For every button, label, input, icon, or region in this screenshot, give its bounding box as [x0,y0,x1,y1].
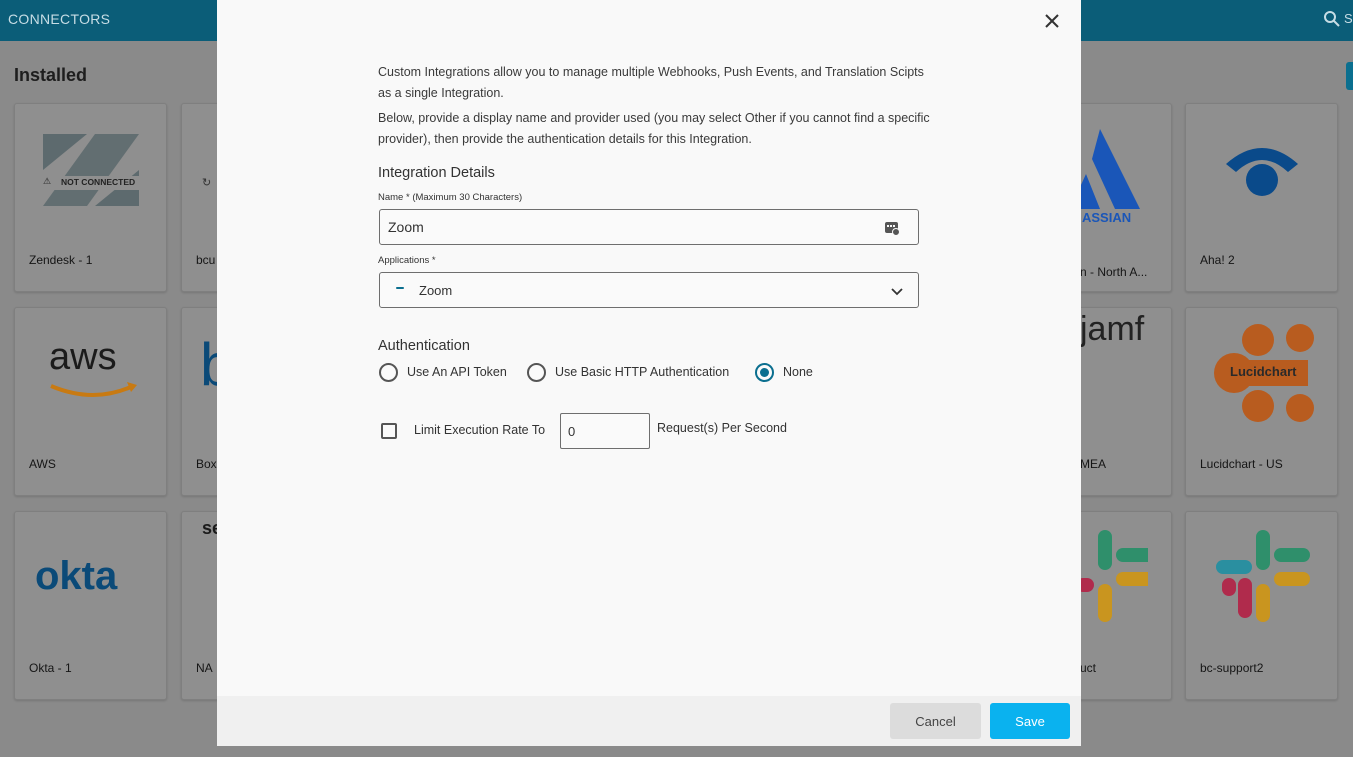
radio-label: Use An API Token [407,365,507,379]
authentication-options: Use An API Token Use Basic HTTP Authenti… [379,362,899,384]
applications-select[interactable]: Zoom [379,272,919,308]
rate-limit-input[interactable] [560,413,650,449]
warning-icon: ⚠ [43,176,52,186]
radio-basic-http[interactable] [527,363,546,382]
cancel-button[interactable]: Cancel [890,703,981,739]
card-label: n - North A... [1080,265,1148,279]
authentication-heading: Authentication [378,338,470,354]
name-field-label: Name * (Maximum 30 Characters) [378,192,523,203]
search-label[interactable]: S [1344,11,1353,26]
connector-card-zendesk[interactable]: ⚠ NOT CONNECTED Zendesk - 1 [14,103,167,292]
search-icon[interactable] [1322,9,1342,29]
card-label: AWS [29,457,56,471]
add-connector-button[interactable] [1346,62,1353,90]
radio-api-token[interactable] [379,363,398,382]
applications-field-label: Applications * [378,255,436,266]
okta-logo: okta [35,554,118,598]
selected-application: Zoom [419,283,453,298]
card-label: Lucidchart - US [1200,457,1283,471]
card-label: uct [1080,661,1097,675]
dialog-footer: Cancel Save [217,696,1081,746]
connector-card-aws[interactable]: aws AWS [14,307,167,496]
card-label: Aha! 2 [1200,253,1235,267]
app-title: CONNECTORS [8,11,111,27]
custom-integration-dialog: Custom Integrations allow you to manage … [217,0,1081,746]
status-badge: ⚠ NOT CONNECTED [43,176,163,190]
intro-paragraph: Custom Integrations allow you to manage … [378,65,924,100]
refresh-icon: ↻ [202,177,212,189]
card-label: MEA [1080,457,1107,471]
card-label: bcu [196,253,216,267]
card-label: Okta - 1 [29,661,72,675]
name-input[interactable] [379,209,919,245]
slack-logo [1216,530,1310,622]
radio-label: Use Basic HTTP Authentication [555,365,730,379]
save-button[interactable]: Save [990,703,1070,739]
card-label: bc-support2 [1200,661,1264,675]
aws-smile-icon [50,382,137,397]
limit-rate-checkbox[interactable] [381,423,397,439]
close-icon[interactable] [1042,11,1062,31]
radio-none[interactable] [755,363,774,382]
card-label: Zendesk - 1 [29,253,93,267]
connector-card-okta[interactable]: okta Okta - 1 [14,511,167,700]
connector-card-aha[interactable]: Aha! 2 [1185,103,1338,292]
card-label: Box [196,457,217,471]
section-title: Installed [14,65,88,85]
chevron-down-icon [891,288,903,296]
integration-details-heading: Integration Details [378,165,495,181]
rate-limit-unit: Request(s) Per Second [657,421,787,435]
aws-logo: aws [49,336,117,378]
intro-text: Custom Integrations allow you to manage … [378,62,938,154]
zoom-app-icon [396,287,404,289]
card-label: NA [196,661,213,675]
keyboard-icon[interactable] [884,220,900,236]
connector-card-slack-2[interactable]: bc-support2 [1185,511,1338,700]
intro-paragraph: Below, provide a display name and provid… [378,111,930,146]
limit-rate-label: Limit Execution Rate To [414,423,546,437]
aha-logo [1226,148,1298,196]
zendesk-logo [43,134,139,206]
slack-logo [1076,530,1148,622]
jamf-logo: jamf [1080,310,1145,348]
radio-label: None [783,365,813,379]
connector-card-lucidchart[interactable]: Lucidchart Lucidchart - US [1185,307,1338,496]
